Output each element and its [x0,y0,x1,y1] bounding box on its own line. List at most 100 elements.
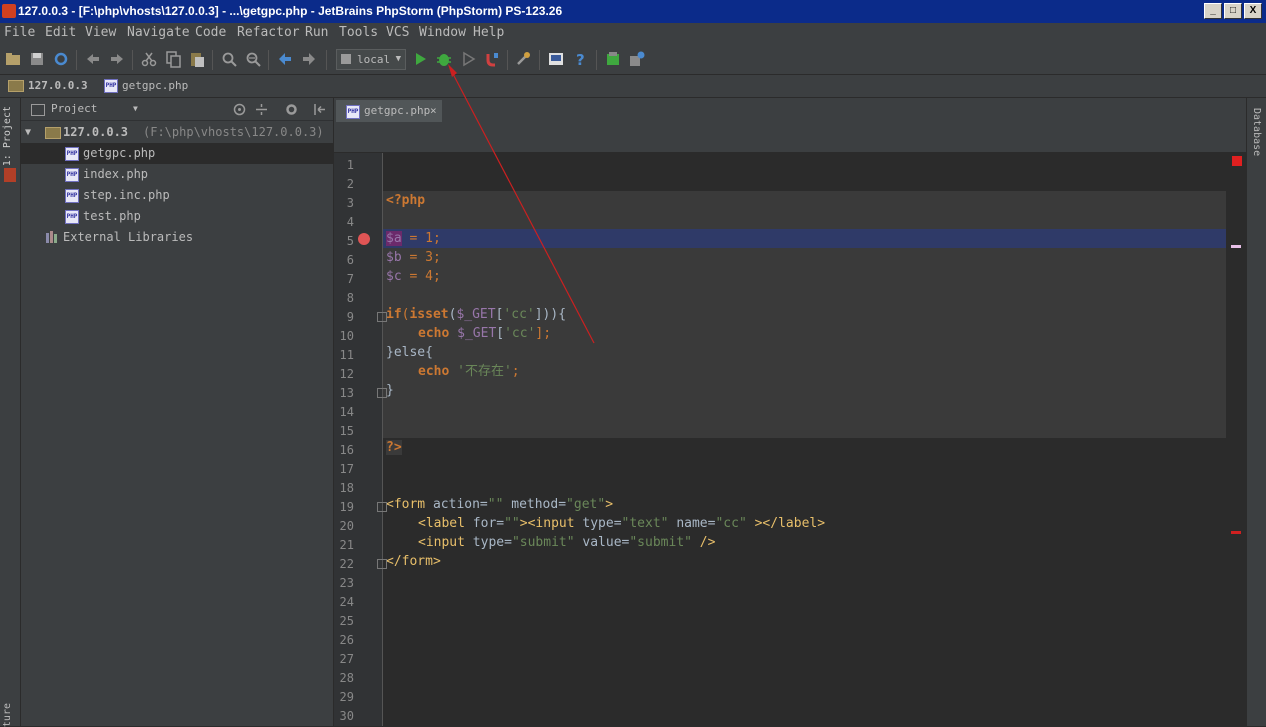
tab-getgpc[interactable]: PHP getgpc.php × [336,100,442,122]
menu-code[interactable]: Code [195,25,226,40]
run-config-label: local [357,53,391,66]
svg-text:?: ? [576,51,585,68]
copy-icon[interactable] [164,50,182,68]
fold-marker-icon[interactable] [377,559,387,569]
project-view-select[interactable]: Project [51,98,97,120]
php-structure-icon [4,168,16,182]
code-line-9: if(isset($_GET['cc'])){ [386,305,566,324]
run-icon[interactable] [411,50,429,68]
tree-root-path: (F:\php\vhosts\127.0.0.3) [143,125,324,139]
tree-item-external-libraries[interactable]: External Libraries [21,227,333,248]
code-text: }else{ [386,345,433,360]
tree-root[interactable]: ▼ 127.0.0.3 (F:\php\vhosts\127.0.0.3) [21,122,333,143]
back-icon[interactable] [276,50,294,68]
open-icon[interactable] [4,50,22,68]
menu-edit[interactable]: Edit [45,25,76,40]
window-controls: _ □ X [1204,3,1262,19]
find-icon[interactable] [220,50,238,68]
stripe-marker[interactable] [1231,245,1241,248]
stripe-marker[interactable] [1231,531,1241,534]
toolbar-separator [212,50,213,70]
line-number: 20 [339,519,354,533]
line-number: 16 [339,443,354,457]
tree-item-index[interactable]: PHP index.php [21,164,333,185]
cut-icon[interactable] [140,50,158,68]
tree-item-test[interactable]: PHP test.php [21,206,333,227]
tab-structure[interactable]: ture [2,703,13,727]
tree-item-step-inc[interactable]: PHP step.inc.php [21,185,333,206]
breadcrumb-project[interactable]: 127.0.0.3 [8,75,88,97]
string-cc: 'cc' [504,326,536,341]
run-config-select[interactable]: local ▼ [336,49,406,70]
code-text: ])){ [534,307,567,322]
left-tool-strip: 1: Project ture [0,98,21,727]
line-number: 4 [346,215,354,229]
gear-icon[interactable] [285,103,298,116]
var-get: $_GET [457,326,497,341]
menu-help[interactable]: Help [473,25,504,40]
menu-navigate[interactable]: Navigate [127,25,190,40]
undo-icon[interactable] [84,50,102,68]
string-cc: 'cc' [503,307,535,322]
phpstorm-app-icon [2,4,16,18]
redo-icon[interactable] [108,50,126,68]
code-editor[interactable]: <?php $a = 1; $b = 3; $c = 4; if(isset($… [383,153,1226,726]
code-line-5: $a = 1; [386,229,441,248]
menu-run[interactable]: Run [305,25,328,40]
fold-marker-icon[interactable] [377,388,387,398]
chevron-down-icon[interactable]: ▼ [133,98,138,120]
maximize-button[interactable]: □ [1224,3,1242,19]
expand-arrow-icon[interactable]: ▼ [25,122,31,143]
breadcrumb-file[interactable]: PHP getgpc.php [104,75,188,97]
breakpoint-icon[interactable] [358,233,370,245]
html-tag: /> [691,535,716,550]
terminal-icon[interactable] [547,50,565,68]
scroll-from-source-icon[interactable] [233,103,246,116]
menu-view[interactable]: View [85,25,116,40]
minimize-button[interactable]: _ [1204,3,1222,19]
fold-marker-icon[interactable] [377,312,387,322]
line-number: 10 [339,329,354,343]
menu-window[interactable]: Window [419,25,466,40]
collapse-all-icon[interactable] [255,103,268,116]
hide-panel-icon[interactable] [313,103,326,116]
close-button[interactable]: X [1244,3,1262,19]
menu-tools[interactable]: Tools [339,25,378,40]
line-number: 30 [339,709,354,723]
code-line-20: <label for=""><input type="text" name="c… [418,514,825,533]
var-get: $_GET [456,307,496,322]
plugin-icon[interactable] [628,50,646,68]
debug-icon[interactable] [435,50,453,68]
toolbar-separator [539,50,540,70]
code-text: = 4; [401,269,441,284]
coverage-icon[interactable] [459,50,477,68]
line-number: 23 [339,576,354,590]
code-text: } [386,383,394,398]
tab-project[interactable]: 1: Project [2,106,13,166]
fold-marker-icon[interactable] [377,502,387,512]
db-icon[interactable] [604,50,622,68]
html-value: "cc" [715,516,747,531]
toolbar-separator [326,50,327,70]
paste-icon[interactable] [188,50,206,68]
replace-icon[interactable] [244,50,262,68]
line-number: 7 [346,272,354,286]
line-number: 25 [339,614,354,628]
forward-icon[interactable] [300,50,318,68]
menu-refactor[interactable]: Refactor [237,25,300,40]
line-number: 8 [346,291,354,305]
tab-database[interactable]: Database [1251,108,1262,156]
error-status-icon[interactable] [1232,156,1242,166]
help-icon[interactable]: ? [572,50,590,68]
menu-vcs[interactable]: VCS [386,25,409,40]
save-icon[interactable] [28,50,46,68]
sync-icon[interactable] [52,50,70,68]
listen-debug-icon[interactable] [483,50,501,68]
php-close-tag: ?> [386,440,402,455]
library-icon [46,231,57,243]
error-stripe[interactable] [1226,152,1246,726]
close-icon[interactable]: × [430,100,437,122]
tree-item-getgpc[interactable]: PHP getgpc.php [21,143,333,164]
settings-icon[interactable] [515,50,533,68]
menu-file[interactable]: File [4,25,35,40]
